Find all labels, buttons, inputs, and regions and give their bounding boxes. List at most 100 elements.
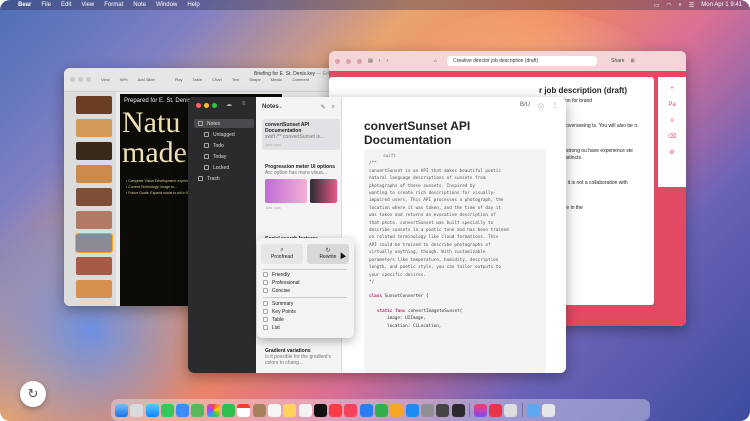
tone-concise-item[interactable]: Concise bbox=[263, 287, 349, 294]
menu-help[interactable]: Help bbox=[187, 2, 199, 8]
note-editor[interactable]: B/U ⓘ ⋮ convertSunset API Documentation … bbox=[342, 97, 566, 373]
back-icon[interactable]: ‹ bbox=[379, 58, 381, 64]
app-store-icon[interactable] bbox=[405, 403, 419, 417]
kn-table-button[interactable]: Table bbox=[193, 77, 203, 82]
list-item[interactable]: Gradient variations Is it possible for t… bbox=[262, 345, 340, 369]
sidebar-item-untagged[interactable]: Untagged bbox=[194, 130, 254, 139]
slide-thumb[interactable] bbox=[76, 119, 112, 137]
sidebar-item-locked[interactable]: Locked bbox=[194, 163, 254, 172]
settings-icon[interactable]: ⚙ bbox=[658, 145, 686, 161]
menu-file[interactable]: File bbox=[41, 2, 51, 8]
keynote-icon[interactable] bbox=[359, 403, 373, 417]
kn-play-button[interactable]: Play bbox=[175, 77, 183, 82]
system-settings-icon[interactable] bbox=[420, 403, 434, 417]
zoom-icon[interactable] bbox=[86, 77, 91, 82]
reminders-icon[interactable] bbox=[267, 403, 281, 417]
slide-thumb[interactable] bbox=[76, 188, 112, 206]
forward-icon[interactable]: › bbox=[386, 58, 388, 64]
slide-thumb[interactable] bbox=[76, 165, 112, 183]
sidebar-item-todo[interactable]: Todo bbox=[194, 141, 254, 150]
menu-format[interactable]: Format bbox=[104, 2, 123, 8]
trash-icon[interactable] bbox=[541, 403, 555, 417]
launchpad-icon[interactable] bbox=[130, 403, 144, 417]
search-icon[interactable]: ⌕ bbox=[332, 104, 335, 111]
text-style-icon[interactable]: Pa bbox=[658, 97, 686, 113]
kn-add-slide-button[interactable]: Add Slide bbox=[138, 77, 155, 82]
minimize-icon[interactable] bbox=[78, 77, 83, 82]
sidebar-item-trash[interactable]: Trash bbox=[194, 174, 254, 183]
zoom-icon[interactable] bbox=[212, 103, 217, 108]
menu-edit[interactable]: Edit bbox=[61, 2, 71, 8]
menu-note[interactable]: Note bbox=[133, 2, 146, 8]
cloud-icon[interactable]: ☁ bbox=[226, 101, 232, 108]
format-table-item[interactable]: Table bbox=[263, 316, 349, 323]
close-icon[interactable] bbox=[70, 77, 75, 82]
list-icon[interactable]: ≡ bbox=[658, 113, 686, 129]
kn-text-button[interactable]: Text bbox=[232, 77, 239, 82]
photos-icon[interactable] bbox=[206, 403, 220, 417]
code-block[interactable]: swift /** convertSunset is an API that m… bbox=[364, 149, 546, 373]
tone-friendly-item[interactable]: Friendly bbox=[263, 271, 349, 278]
control-center-icon[interactable]: ☰ bbox=[689, 2, 694, 9]
sidebar-item-notes[interactable]: Notes bbox=[194, 119, 254, 128]
notes-icon[interactable] bbox=[283, 403, 297, 417]
new-note-icon[interactable]: ✎ bbox=[321, 104, 326, 111]
slide-thumb[interactable] bbox=[76, 257, 112, 275]
kn-chart-button[interactable]: Chart bbox=[212, 77, 222, 82]
bear-app-icon[interactable] bbox=[489, 403, 503, 417]
kn-shape-button[interactable]: Shape bbox=[249, 77, 261, 82]
address-bar[interactable]: Creative director job description (draft… bbox=[447, 56, 598, 66]
format-list-item[interactable]: List bbox=[263, 324, 349, 331]
downloads-folder-icon[interactable] bbox=[526, 403, 540, 417]
search-icon[interactable]: ⌕ bbox=[679, 2, 682, 9]
shortcuts-icon[interactable] bbox=[473, 403, 487, 417]
finder-icon[interactable] bbox=[115, 403, 128, 417]
delete-icon[interactable]: ⌫ bbox=[658, 129, 686, 145]
proofread-button[interactable]: ⌕ Proofread bbox=[261, 244, 303, 264]
close-icon[interactable] bbox=[335, 58, 340, 64]
close-icon[interactable] bbox=[196, 103, 201, 108]
sidebar-item-today[interactable]: Today bbox=[194, 152, 254, 161]
menu-view[interactable]: View bbox=[81, 2, 94, 8]
minimize-icon[interactable] bbox=[346, 58, 351, 64]
minimize-icon[interactable] bbox=[204, 103, 209, 108]
note-heading[interactable]: convertSunset API Documentation bbox=[364, 119, 554, 147]
mail-icon[interactable] bbox=[176, 403, 190, 417]
slide-thumb[interactable] bbox=[75, 233, 113, 253]
pages-icon[interactable] bbox=[390, 403, 404, 417]
zoom-icon[interactable] bbox=[357, 58, 362, 64]
menu-window[interactable]: Window bbox=[156, 2, 177, 8]
tone-professional-item[interactable]: Professional bbox=[263, 279, 349, 286]
share-button[interactable]: Share bbox=[611, 58, 624, 64]
sidebar-toggle-icon[interactable]: ▤ bbox=[368, 58, 373, 64]
iphone-mirroring-icon[interactable] bbox=[436, 403, 450, 417]
kn-comment-button[interactable]: Comment bbox=[292, 77, 309, 82]
battery-icon[interactable]: ▭ bbox=[654, 2, 660, 9]
contacts-icon[interactable] bbox=[252, 403, 266, 417]
sidebar-menu-icon[interactable]: ≡ bbox=[242, 101, 246, 107]
news-icon[interactable] bbox=[344, 403, 358, 417]
numbers-icon[interactable] bbox=[375, 403, 389, 417]
add-icon[interactable]: + bbox=[658, 81, 686, 97]
tabs-icon[interactable]: ⊞ bbox=[630, 58, 634, 64]
tv-icon[interactable] bbox=[313, 403, 327, 417]
wifi-icon[interactable]: ◠ bbox=[666, 2, 671, 9]
kn-media-button[interactable]: Media bbox=[271, 77, 282, 82]
terminal-icon[interactable] bbox=[451, 403, 465, 417]
home-icon[interactable]: ⌂ bbox=[434, 58, 437, 64]
slide-thumb[interactable] bbox=[76, 96, 112, 114]
messages-icon[interactable] bbox=[160, 403, 174, 417]
kn-view-button[interactable]: View bbox=[101, 77, 110, 82]
menu-app-name[interactable]: Bear bbox=[18, 2, 31, 8]
kn-zoom-value[interactable]: 90% bbox=[120, 77, 128, 82]
maps-icon[interactable] bbox=[191, 403, 205, 417]
calendar-icon[interactable] bbox=[237, 403, 251, 417]
format-key-points-item[interactable]: Key Points bbox=[263, 308, 349, 315]
format-summary-item[interactable]: Summary bbox=[263, 300, 349, 307]
freeform-icon[interactable] bbox=[298, 403, 312, 417]
menu-clock[interactable]: Mon Apr 1 9:41 bbox=[701, 2, 742, 8]
info-icon[interactable]: ⓘ bbox=[538, 102, 544, 111]
facetime-icon[interactable] bbox=[222, 403, 236, 417]
music-icon[interactable] bbox=[329, 403, 343, 417]
list-item[interactable]: convertSunset API Documentation swift /*… bbox=[262, 119, 340, 150]
